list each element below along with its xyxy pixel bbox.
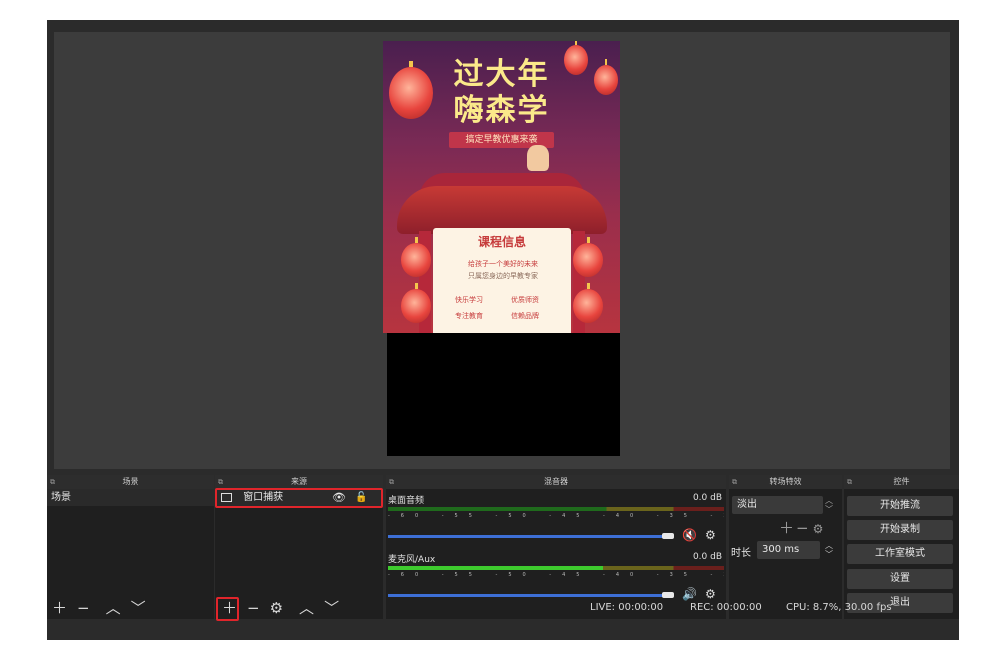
scenes-dock-header: ⧉ 场景 (47, 475, 214, 489)
status-cpu: CPU: 8.7%, 30.00 fps (786, 602, 892, 613)
speaker-muted-icon[interactable]: 🔇 (682, 528, 697, 542)
sources-dock: ⧉ 来源 窗口捕获 👁 🔓 ＋ − ⚙ ︿ ﹀ (215, 475, 383, 621)
child-figure (527, 145, 549, 171)
obs-window: 过大年 嗨森学 搞定早教优惠来袭 课程信息 给孩子一个美好的未来 只属您身边的早… (47, 20, 959, 640)
transitions-dock: ⧉ 转场特效 淡出 ︿ ﹀ ＋ − ⚙ 时长 300 ms ︿ ﹀ (729, 475, 842, 619)
dock-float-icon[interactable]: ⧉ (218, 475, 223, 489)
course-info-title: 课程信息 (477, 235, 526, 249)
mic-aux-db: 0.0 dB (692, 552, 722, 562)
preview-black-area (387, 333, 620, 456)
remove-source-icon[interactable]: − (247, 599, 260, 617)
lantern-decoration (401, 237, 431, 277)
sources-dock-header: ⧉ 来源 (215, 475, 383, 489)
add-transition-icon[interactable]: ＋ (779, 519, 794, 537)
move-down-icon[interactable]: ﹀ (324, 597, 339, 618)
preview-canvas[interactable]: 过大年 嗨森学 搞定早教优惠来袭 课程信息 给孩子一个美好的未来 只属您身边的早… (54, 32, 950, 469)
desktop-audio-scale: -60 -55 -50 -45 -40 -35 -30 -25 -20 -15 … (388, 513, 724, 519)
move-up-icon[interactable]: ︿ (106, 597, 121, 618)
mixer-dock-title: 混音器 (544, 477, 568, 486)
duration-stepper-icon[interactable]: ︿ ﹀ (825, 541, 833, 559)
duration-label: 时长 (731, 548, 751, 559)
start-streaming-button[interactable]: 开始推流 (847, 496, 953, 516)
lantern-decoration (573, 283, 603, 323)
card-item: 快乐学习 (455, 296, 483, 304)
card-line-1: 给孩子一个美好的未来 (468, 260, 538, 268)
scenes-toolbar: ＋ − ︿ ﹀ (52, 597, 156, 617)
mic-aux-meter (388, 566, 724, 570)
transitions-dock-title: 转场特效 (769, 477, 802, 486)
scenes-dock: ⧉ 场景 场景 ＋ − ︿ ﹀ (47, 475, 214, 619)
desktop-audio-volume-knob[interactable] (662, 533, 674, 539)
source-item-highlight (215, 488, 383, 508)
controls-dock-title: 控件 (893, 477, 910, 486)
course-info-card: 课程信息 给孩子一个美好的未来 只属您身边的早教专家 快乐学习 优质师资 专注教… (433, 228, 571, 333)
sources-toolbar: ＋ − ⚙ ︿ ﹀ (222, 597, 349, 617)
mixer-dock: ⧉ 混音器 桌面音频 0.0 dB -60 -55 -50 -45 -40 -3… (386, 475, 726, 619)
controls-dock: ⧉ 控件 开始推流 开始录制 工作室模式 设置 退出 (844, 475, 959, 619)
card-item: 专注教育 (455, 312, 483, 320)
mic-aux-volume-knob[interactable] (662, 592, 674, 598)
card-line-2: 只属您身边的早教专家 (468, 272, 538, 280)
lantern-decoration (401, 283, 431, 323)
desktop-audio-db: 0.0 dB (692, 493, 722, 503)
studio-mode-button[interactable]: 工作室模式 (847, 544, 953, 564)
lantern-decoration (573, 237, 603, 277)
card-item: 信赖品牌 (511, 312, 539, 320)
start-recording-button[interactable]: 开始录制 (847, 520, 953, 540)
status-rec: REC: 00:00:00 (690, 602, 762, 613)
duration-field[interactable]: 300 ms (757, 541, 820, 559)
transition-properties-icon[interactable]: ⚙ (813, 522, 824, 536)
dock-float-icon[interactable]: ⧉ (389, 475, 394, 489)
mic-aux-volume-slider[interactable] (388, 594, 668, 597)
transition-select-value: 淡出 (737, 499, 757, 510)
transitions-dock-header: ⧉ 转场特效 (729, 475, 842, 489)
move-down-icon[interactable]: ﹀ (131, 597, 146, 618)
remove-scene-icon[interactable]: − (77, 599, 90, 617)
mic-aux-scale: -60 -55 -50 -45 -40 -35 -30 -25 -20 -15 … (388, 572, 724, 578)
mic-aux-settings-icon[interactable]: ⚙ (705, 587, 716, 601)
desktop-audio-settings-icon[interactable]: ⚙ (705, 528, 716, 542)
select-arrows-icon[interactable]: ︿ ﹀ (825, 496, 833, 514)
scenes-dock-title: 场景 (122, 477, 139, 486)
transition-select[interactable]: 淡出 (732, 496, 823, 514)
scene-list-item[interactable]: 场景 (47, 489, 214, 506)
source-properties-icon[interactable]: ⚙ (270, 599, 283, 617)
move-up-icon[interactable]: ︿ (299, 597, 314, 618)
add-source-highlight (216, 597, 239, 621)
mixer-dock-header: ⧉ 混音器 (386, 475, 726, 489)
speaker-icon[interactable]: 🔊 (682, 587, 697, 601)
transition-toolbar: ＋ − ⚙ (779, 517, 823, 538)
remove-transition-icon[interactable]: − (796, 519, 809, 537)
dock-float-icon[interactable]: ⧉ (732, 475, 737, 489)
add-scene-icon[interactable]: ＋ (52, 597, 67, 618)
gate-roof (397, 186, 607, 234)
duration-value: 300 ms (762, 544, 800, 555)
desktop-audio-volume-slider[interactable] (388, 535, 668, 538)
card-item: 优质师资 (511, 296, 539, 304)
window-capture-preview: 过大年 嗨森学 搞定早教优惠来袭 课程信息 给孩子一个美好的未来 只属您身边的早… (383, 41, 620, 333)
controls-dock-header: ⧉ 控件 (844, 475, 959, 489)
mic-aux-label: 麦克风/Aux (388, 555, 436, 565)
sources-dock-title: 来源 (291, 477, 307, 486)
status-live: LIVE: 00:00:00 (590, 602, 664, 613)
desktop-audio-meter (388, 507, 724, 511)
scene-name: 场景 (51, 492, 71, 503)
desktop-audio-label: 桌面音频 (388, 496, 425, 506)
dock-float-icon[interactable]: ⧉ (847, 475, 852, 489)
settings-button[interactable]: 设置 (847, 569, 953, 589)
dock-float-icon[interactable]: ⧉ (50, 475, 55, 489)
poster-title-line2: 嗨森学 (453, 93, 550, 128)
